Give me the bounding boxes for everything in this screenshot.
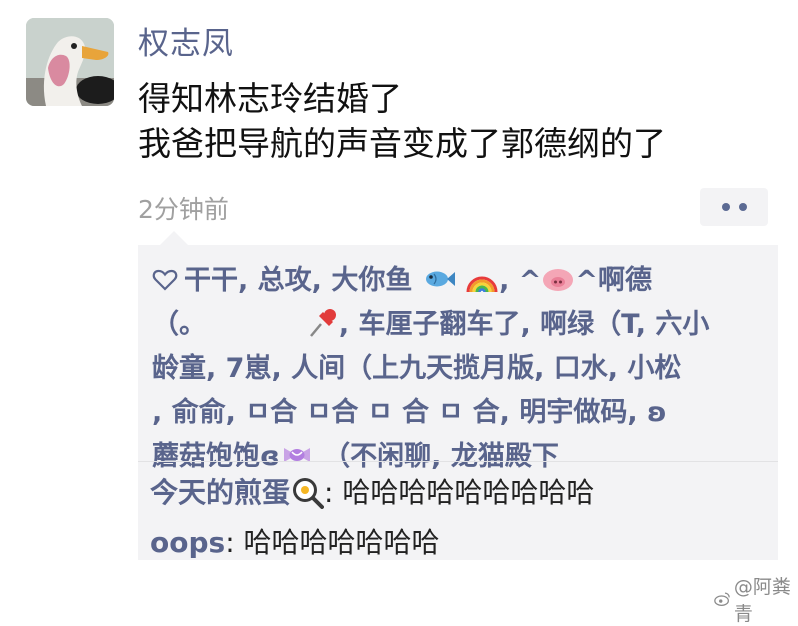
post-timestamp: 2分钟前 <box>138 195 229 224</box>
more-options-button[interactable] <box>700 188 768 226</box>
avatar[interactable] <box>26 18 114 106</box>
watermark-text: @阿粪青 <box>733 576 791 625</box>
goose-avatar-image <box>26 18 114 106</box>
heart-icon <box>152 269 178 291</box>
comment-separator: : <box>324 476 343 509</box>
likes-line: 干干, 总攻, 大你鱼 , ^ ^啊德 <box>152 259 770 303</box>
like-names[interactable]: ^啊德 <box>575 265 652 296</box>
fish-emoji <box>425 271 455 287</box>
candy-emoji <box>283 448 310 462</box>
likes-line[interactable]: , 俞俞, ㅁ合 ㅁ合 ㅁ 合 ㅁ 合, 明宇做码, ʚ <box>152 391 770 435</box>
dot-icon <box>721 203 730 211</box>
rainbow-emoji <box>466 276 498 293</box>
pig-emoji <box>543 269 574 291</box>
post-author-name[interactable]: 权志凤 <box>138 18 234 63</box>
pushpin-emoji <box>309 309 336 337</box>
weibo-watermark: @阿粪青 <box>714 572 798 626</box>
likes-list: 干干, 总攻, 大你鱼 , ^ ^啊德 （。 , 车厘子翻车了, 啊绿（T, 六… <box>152 259 770 479</box>
comment-separator: : <box>225 526 244 559</box>
like-names[interactable]: 干干, 总攻, 大你鱼 <box>184 265 412 296</box>
dot-icon <box>738 203 747 211</box>
comment-item[interactable]: oops: 哈哈哈哈哈哈哈 <box>150 521 440 561</box>
post-line: 我爸把导航的声音变成了郭德纲的了 <box>138 124 666 163</box>
likes-and-comments-panel: 干干, 总攻, 大你鱼 , ^ ^啊德 （。 , 车厘子翻车了, 啊绿（T, 六… <box>138 231 778 561</box>
like-names[interactable]: 蘑菇饱饱ɞ <box>152 441 280 472</box>
comment-text: 哈哈哈哈哈哈哈 <box>243 526 440 559</box>
post-line: 得知林志玲结婚了 <box>138 79 402 118</box>
weibo-icon <box>714 592 730 606</box>
likes-line[interactable]: 龄童, 7崽, 人间（上九天揽月版, 口水, 小松 <box>152 347 770 391</box>
like-names[interactable]: （不闲聊, 龙猫殿下 <box>323 441 559 472</box>
comment-text: 哈哈哈哈哈哈哈哈哈 <box>342 476 595 509</box>
comment-author[interactable]: 今天的煎蛋 <box>150 476 290 509</box>
likes-line: （。 , 车厘子翻车了, 啊绿（T, 六小 <box>152 303 770 347</box>
post-body: 得知林志玲结婚了 我爸把导航的声音变成了郭德纲的了 <box>138 76 666 166</box>
divider <box>138 461 778 462</box>
like-names[interactable]: （。 <box>152 309 206 340</box>
like-names[interactable]: , 车厘子翻车了, 啊绿（T, 六小 <box>339 309 710 340</box>
comment-author[interactable]: oops <box>150 526 225 559</box>
comment-item[interactable]: 今天的煎蛋 : 哈哈哈哈哈哈哈哈哈 <box>150 471 594 511</box>
fried-egg-emoji <box>293 478 325 509</box>
like-names[interactable]: , ^ <box>499 265 541 296</box>
